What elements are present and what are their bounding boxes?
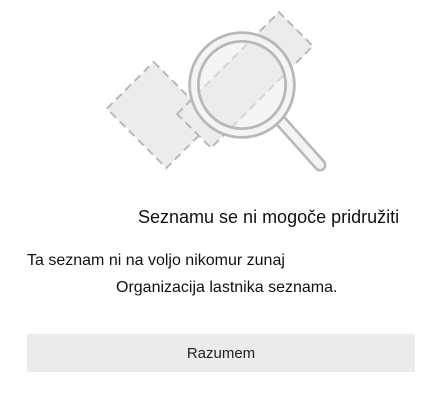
dialog-title: Seznamu se ni mogoče pridružiti: [138, 207, 400, 227]
dialog-message-line-2: Organizacija lastnika seznama.: [116, 279, 338, 296]
magnifier-with-dashed-shapes-icon: [105, 10, 327, 172]
got-it-button[interactable]: Razumem: [27, 334, 415, 372]
dialog-message-line-1: Ta seznam ni na voljo nikomur zunaj: [27, 252, 285, 269]
cannot-join-list-dialog: Seznamu se ni mogoče pridružiti Ta sezna…: [0, 0, 444, 400]
